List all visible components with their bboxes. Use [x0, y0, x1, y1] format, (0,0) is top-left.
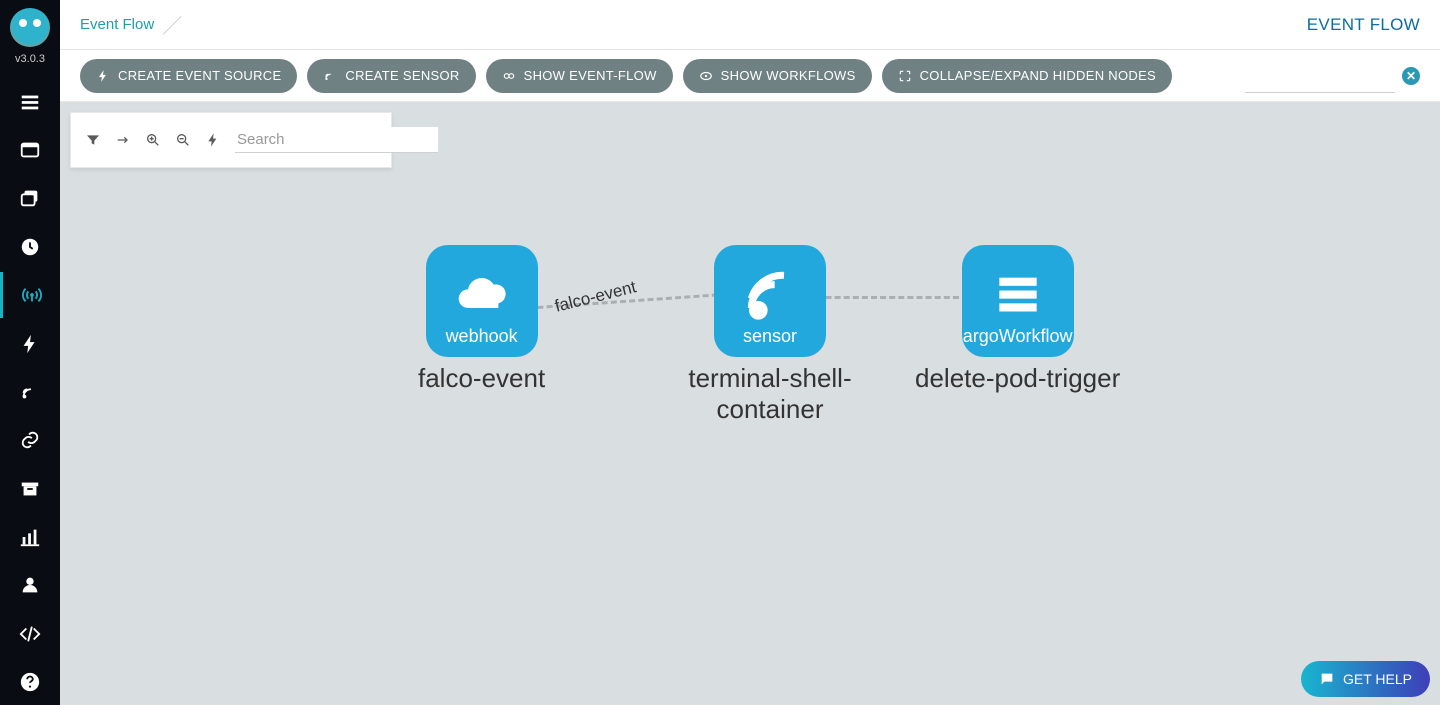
- breadcrumb-root[interactable]: Event Flow: [80, 16, 154, 33]
- sidebar-item-event-sources[interactable]: [0, 320, 60, 366]
- button-label: SHOW WORKFLOWS: [721, 68, 856, 83]
- breadcrumb-separator: ／: [162, 10, 182, 39]
- sidebar-item-artifacts[interactable]: [0, 417, 60, 463]
- cloud-icon: [454, 266, 510, 322]
- button-label: CREATE EVENT SOURCE: [118, 68, 281, 83]
- graph-canvas[interactable]: falco-event webhook falco-event sensor t…: [60, 102, 1440, 705]
- sidebar-item-event-flow[interactable]: [0, 272, 60, 318]
- edge-label: falco-event: [553, 277, 639, 317]
- broadcast-icon: [21, 284, 43, 306]
- node-title: falco-event: [418, 363, 545, 394]
- version-label: v3.0.3: [15, 53, 45, 65]
- clock-icon: [19, 236, 41, 258]
- filter-icon: [85, 132, 101, 148]
- archive-icon: [19, 478, 41, 500]
- sidebar-item-sensors[interactable]: [0, 369, 60, 415]
- filter-dropdown-button[interactable]: [85, 131, 101, 149]
- create-sensor-button[interactable]: CREATE SENSOR: [307, 59, 475, 93]
- zoom-out-button[interactable]: [175, 131, 191, 149]
- expand-icon: [898, 69, 912, 83]
- bolt-icon: [205, 132, 221, 148]
- sidebar-item-help[interactable]: [0, 659, 60, 705]
- link-icon: [502, 69, 516, 83]
- sidebar: v3.0.3: [0, 0, 60, 705]
- get-help-button[interactable]: GET HELP: [1301, 661, 1430, 697]
- sidebar-item-api-docs[interactable]: [0, 610, 60, 656]
- show-event-flow-button[interactable]: SHOW EVENT-FLOW: [486, 59, 673, 93]
- bolt-icon: [96, 69, 110, 83]
- node-type-label: argoWorkflow: [963, 326, 1073, 347]
- eye-icon: [699, 69, 713, 83]
- link-icon: [19, 429, 41, 451]
- clear-filter-button[interactable]: ✕: [1402, 67, 1420, 85]
- search-input[interactable]: [235, 127, 438, 153]
- sidebar-item-submit[interactable]: [0, 127, 60, 173]
- zoom-out-icon: [175, 132, 191, 148]
- filter-panel: [70, 112, 392, 168]
- button-label: SHOW EVENT-FLOW: [524, 68, 657, 83]
- node-title: delete-pod-trigger: [915, 363, 1120, 394]
- bars-icon: [990, 266, 1046, 322]
- sidebar-item-user[interactable]: [0, 562, 60, 608]
- graph-node-workflow[interactable]: argoWorkflow delete-pod-trigger: [915, 245, 1120, 394]
- bolt-button[interactable]: [205, 131, 221, 149]
- toolbar-search-underline: [1245, 92, 1395, 93]
- chat-icon: [1319, 671, 1335, 687]
- button-label: CREATE SENSOR: [345, 68, 459, 83]
- node-title: terminal-shell-container: [665, 363, 875, 425]
- node-box: argoWorkflow: [962, 245, 1074, 357]
- zoom-in-button[interactable]: [145, 131, 161, 149]
- arrow-right-icon: [115, 132, 131, 148]
- graph-node-webhook[interactable]: webhook falco-event: [418, 245, 545, 394]
- main-content: Event Flow ／ EVENT FLOW CREATE EVENT SOU…: [60, 0, 1440, 705]
- code-icon: [19, 623, 41, 645]
- list-icon: [19, 91, 41, 113]
- node-type-label: sensor: [743, 326, 797, 347]
- question-icon: [19, 671, 41, 693]
- breadcrumb: Event Flow ／: [80, 10, 182, 39]
- sidebar-item-reports[interactable]: [0, 514, 60, 560]
- user-icon: [19, 574, 41, 596]
- window-icon: [19, 139, 41, 161]
- direction-button[interactable]: [115, 131, 131, 149]
- sidebar-item-cron[interactable]: [0, 224, 60, 270]
- sidebar-item-archive[interactable]: [0, 465, 60, 511]
- sidebar-item-workflows[interactable]: [0, 79, 60, 125]
- bolt-icon: [19, 333, 41, 355]
- show-workflows-button[interactable]: SHOW WORKFLOWS: [683, 59, 872, 93]
- satellite-icon: [19, 381, 41, 403]
- satellite-dish-icon: [742, 266, 798, 322]
- top-bar: Event Flow ／ EVENT FLOW: [60, 0, 1440, 50]
- page-title: EVENT FLOW: [1307, 15, 1420, 35]
- bar-chart-icon: [19, 526, 41, 548]
- stacked-windows-icon: [19, 187, 41, 209]
- button-label: GET HELP: [1343, 671, 1412, 687]
- zoom-in-icon: [145, 132, 161, 148]
- node-box: sensor: [714, 245, 826, 357]
- argo-logo: [10, 8, 50, 47]
- satellite-icon: [323, 69, 337, 83]
- graph-node-sensor[interactable]: sensor terminal-shell-container: [665, 245, 875, 425]
- node-box: webhook: [426, 245, 538, 357]
- node-type-label: webhook: [446, 326, 518, 347]
- button-label: COLLAPSE/EXPAND HIDDEN NODES: [920, 68, 1156, 83]
- toolbar: CREATE EVENT SOURCE CREATE SENSOR SHOW E…: [60, 50, 1440, 102]
- sidebar-item-templates[interactable]: [0, 175, 60, 221]
- create-event-source-button[interactable]: CREATE EVENT SOURCE: [80, 59, 297, 93]
- collapse-expand-button[interactable]: COLLAPSE/EXPAND HIDDEN NODES: [882, 59, 1172, 93]
